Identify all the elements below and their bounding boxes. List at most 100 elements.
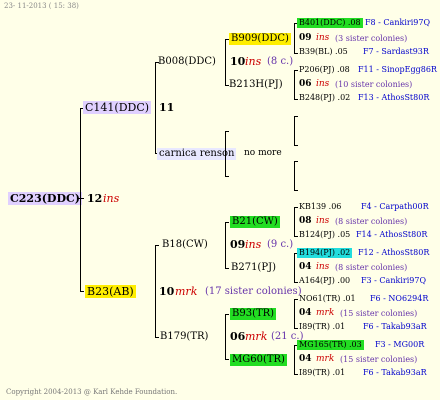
connector [294, 328, 298, 329]
gen4-r2-sis: (3 sister colonies) [335, 34, 408, 43]
connector [294, 345, 295, 375]
connector [294, 190, 298, 191]
connector [294, 70, 298, 71]
gen4-r5-sis: (10 sister colonies) [335, 80, 413, 89]
gen2-b179-node[interactable]: B179(TR) [160, 332, 208, 342]
gen4-r10-left[interactable]: B194(PJ) .02 [297, 248, 353, 258]
gen4-r3-left[interactable]: B39(BL) .05 [299, 48, 348, 56]
connector [225, 268, 229, 269]
pedigree-canvas: { "header": {"date": "23- 11-2013 ( 15: … [0, 0, 440, 400]
gen3-mg60-node[interactable]: MG60(TR) [230, 354, 287, 366]
gen4-r11-ins: ins [316, 262, 330, 272]
gen4-r14-ins: mrk [316, 308, 335, 318]
gen2-b008-node[interactable]: B008(DDC) [158, 57, 216, 67]
gen4-r8-num: 08 [299, 216, 312, 226]
gen4-r12-left[interactable]: A164(PJ) .00 [299, 277, 350, 285]
date-header: 23- 11-2013 ( 15: 38) [4, 2, 79, 10]
connector [80, 291, 84, 292]
gen4-r17-ins: mrk [316, 354, 335, 364]
connector [225, 314, 229, 315]
gen4-r8-sis: (8 sister colonies) [335, 217, 408, 226]
gen1-lower-node[interactable]: B23(AB) [85, 285, 136, 298]
gen4-r6-right: F13 - AthosSt80R [358, 93, 430, 102]
gen4-r9-right: F14 - AthosSt80R [356, 230, 428, 239]
gen2-b179-ins: mrk [245, 330, 268, 343]
connector [155, 245, 159, 246]
gen4-r7-left[interactable]: KB139 .06 [299, 203, 341, 211]
connector [225, 131, 226, 177]
gen1-lower-sisters: (17 sister colonies) [205, 286, 302, 297]
gen1-upper-node[interactable]: C141(DDC) [83, 101, 152, 114]
gen4-r5-ins: ins [316, 79, 330, 89]
gen4-r4-right: F11 - SinopEgg86R [358, 65, 437, 74]
connector [294, 161, 295, 191]
gen3-b213-node[interactable]: B213H(PJ) [229, 80, 283, 90]
gen4-r6-left[interactable]: B248(PJ) .02 [299, 94, 350, 102]
root-num: 12 [87, 192, 103, 205]
root-ins: ins [103, 192, 120, 205]
connector [155, 62, 156, 154]
gen4-r10-right: F12 - AthosSt80R [358, 248, 430, 257]
gen4-r8-ins: ins [316, 216, 330, 226]
connector [294, 70, 295, 100]
gen4-r15-left[interactable]: I89(TR) .01 [299, 323, 345, 331]
connector [225, 131, 229, 132]
gen1-lower-ins: mrk [175, 285, 198, 298]
connector [294, 116, 295, 146]
connector [294, 99, 298, 100]
gen2-b008-num: 10 [230, 55, 246, 68]
gen1-lower-num: 10 [159, 285, 175, 298]
gen4-r7-right: F4 - Carpath00R [361, 202, 429, 211]
connector [294, 116, 298, 117]
gen3-b271-node[interactable]: B271(PJ) [231, 263, 276, 273]
gen4-r18-left[interactable]: I89(TR) .01 [299, 369, 345, 377]
gen4-r1-left[interactable]: B401(DDC) .08 [297, 18, 363, 28]
gen4-r1-right: F8 - Cankiri97Q [365, 18, 430, 27]
connector [80, 108, 81, 292]
gen2-b18-num: 09 [230, 238, 246, 251]
gen4-r16-left[interactable]: MG165(TR) .03 [297, 340, 364, 350]
gen4-r11-num: 04 [299, 262, 312, 272]
connector [225, 39, 226, 86]
gen4-r14-sis: (15 sister colonies) [340, 309, 418, 318]
gen4-r17-sis: (15 sister colonies) [340, 355, 418, 364]
connector [294, 207, 295, 237]
gen4-r5-num: 06 [299, 79, 312, 89]
gen3-b21-node[interactable]: B21(CW) [230, 216, 280, 228]
connector [294, 236, 298, 237]
gen2-b18-node[interactable]: B18(CW) [162, 240, 208, 250]
gen2-b179-num: 06 [230, 330, 246, 343]
connector [225, 176, 229, 177]
gen3-b93-node[interactable]: B93(TR) [230, 308, 277, 320]
gen4-r12-right: F3 - Cankiri97Q [361, 276, 426, 285]
gen4-r18-right: F6 - Takab93aR [363, 368, 427, 377]
gen4-r11-sis: (8 sister colonies) [335, 263, 408, 272]
connector [294, 299, 298, 300]
connector [294, 145, 298, 146]
connector [225, 222, 226, 269]
gen2-carnica-nomore: no more [244, 148, 282, 158]
gen4-r2-ins: ins [316, 33, 330, 43]
connector [294, 207, 298, 208]
copyright: Copyright 2004-2013 @ Karl Kehde Foundat… [6, 388, 178, 396]
gen4-r4-left[interactable]: P206(PJ) .08 [299, 66, 350, 74]
root-node[interactable]: C223(DDC) [8, 192, 82, 205]
connector [225, 314, 226, 360]
gen2-b008-sisters: (8 c.) [267, 56, 294, 67]
connector [294, 23, 295, 53]
connector [294, 374, 298, 375]
connector [225, 359, 229, 360]
gen1-upper-num: 11 [159, 101, 175, 114]
connector [225, 222, 229, 223]
gen4-r3-right: F7 - Sardast93R [363, 47, 429, 56]
connector [294, 282, 298, 283]
gen3-b909-node[interactable]: B909(DDC) [229, 33, 291, 45]
gen4-r15-right: F6 - Takab93aR [363, 322, 427, 331]
gen2-b18-ins: ins [245, 238, 262, 251]
gen4-r13-left[interactable]: NO61(TR) .01 [299, 295, 356, 303]
gen4-r9-left[interactable]: B124(PJ) .05 [299, 231, 350, 239]
connector [294, 161, 298, 162]
connector [294, 253, 295, 283]
connector [294, 299, 295, 329]
gen4-r16-right: F3 - MG00R [375, 340, 425, 349]
